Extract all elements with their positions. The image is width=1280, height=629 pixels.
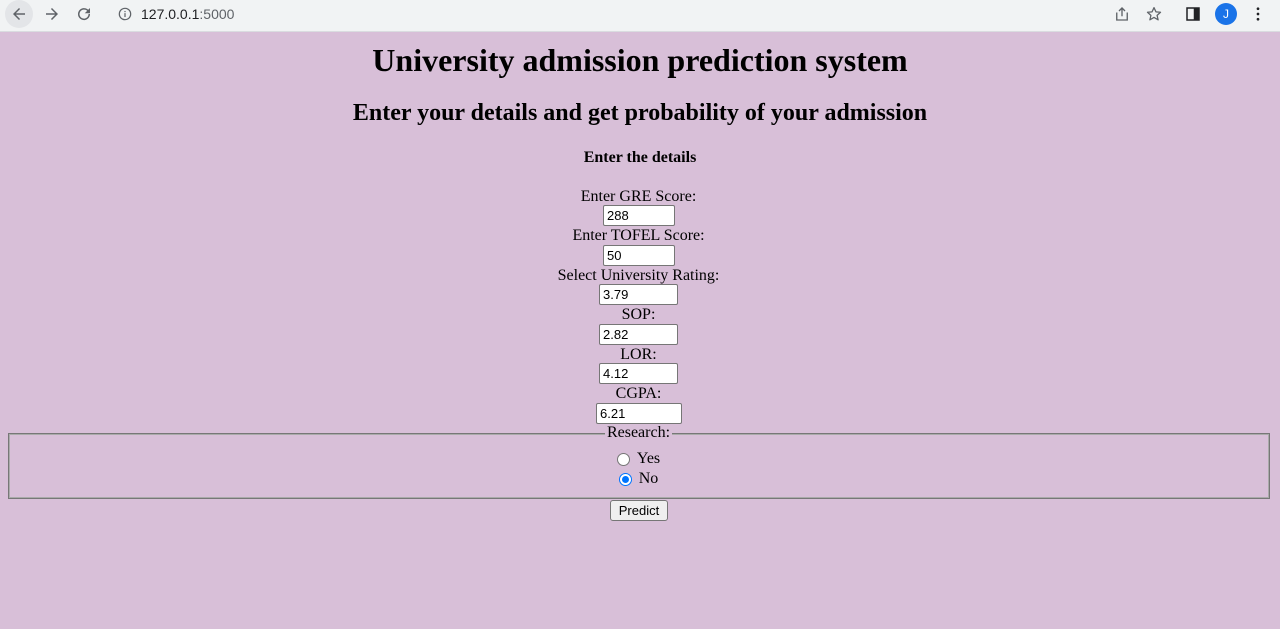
arrow-right-icon <box>46 8 58 20</box>
predict-button[interactable]: Predict <box>610 500 668 521</box>
page-subtitle: Enter your details and get probability o… <box>352 100 928 126</box>
side-panel-button[interactable] <box>1181 0 1205 28</box>
url-port: :5000 <box>199 6 235 22</box>
side-panel-icon <box>1186 7 1200 21</box>
radio-no-label: No <box>638 470 659 487</box>
form-heading: Enter the details <box>583 149 697 166</box>
profile-avatar[interactable]: J <box>1215 3 1237 25</box>
forward-button[interactable] <box>38 0 66 28</box>
gre-score-input[interactable] <box>603 205 675 226</box>
university-rating-input[interactable] <box>599 284 678 305</box>
info-icon <box>118 7 132 21</box>
lor-input[interactable] <box>599 363 678 384</box>
gre-label: Enter GRE Score: <box>580 188 697 205</box>
tofel-score-input[interactable] <box>603 245 675 266</box>
browser-toolbar: 127.0.0.1:5000 J <box>0 0 1280 32</box>
tofel-label: Enter TOFEL Score: <box>572 227 705 244</box>
radio-yes-label: Yes <box>636 450 661 467</box>
lor-label: LOR: <box>620 346 657 363</box>
research-option-no[interactable]: No <box>0 470 1277 488</box>
share-icon <box>1116 7 1128 21</box>
research-option-yes[interactable]: Yes <box>0 450 1277 468</box>
cgpa-label: CGPA: <box>615 385 662 402</box>
url-host: 127.0.0.1 <box>141 6 200 22</box>
browser-menu-button[interactable] <box>1249 0 1267 28</box>
share-button[interactable] <box>1110 0 1134 28</box>
sop-input[interactable] <box>599 324 678 345</box>
bookmark-button[interactable] <box>1142 0 1166 28</box>
rating-label: Select University Rating: <box>557 267 720 284</box>
cgpa-input[interactable] <box>596 403 682 424</box>
more-vert-icon <box>1256 7 1260 21</box>
star-icon <box>1146 6 1162 21</box>
sop-label: SOP: <box>621 306 656 323</box>
radio-no[interactable] <box>618 472 632 486</box>
reload-button[interactable] <box>70 0 98 28</box>
research-legend: Research: <box>0 424 1277 442</box>
reload-icon <box>78 8 91 21</box>
research-legend-text: Research: <box>604 424 673 441</box>
back-button[interactable] <box>5 0 33 28</box>
radio-yes[interactable] <box>616 452 630 466</box>
page-title: University admission prediction system <box>372 42 908 78</box>
address-bar[interactable]: 127.0.0.1:5000 <box>106 0 1096 28</box>
arrow-left-icon <box>13 8 25 20</box>
